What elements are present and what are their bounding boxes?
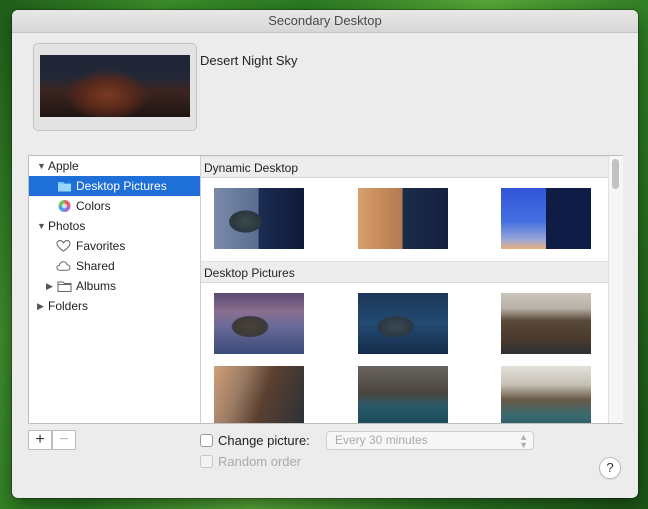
sidebar-item-desktop-pictures[interactable]: Desktop Pictures xyxy=(29,176,200,196)
disclosure-open-icon[interactable]: ▼ xyxy=(37,216,46,236)
change-picture-label: Change picture: xyxy=(218,433,310,448)
change-interval-popup[interactable]: Every 30 minutes ▲ ▼ xyxy=(326,431,534,450)
current-wallpaper-name: Desert Night Sky xyxy=(200,53,298,68)
sidebar-item-albums[interactable]: ▶ Albums xyxy=(29,276,200,296)
section-header-desktop-pictures: Desktop Pictures xyxy=(201,261,608,283)
random-order-checkbox[interactable] xyxy=(200,455,213,468)
source-sidebar: ▼ Apple Desktop Pictures Colors ▼ Photos… xyxy=(29,156,201,423)
scrollbar-thumb[interactable] xyxy=(612,159,619,189)
sidebar-item-folders[interactable]: ▶ Folders xyxy=(29,296,200,316)
sidebar-item-shared[interactable]: Shared xyxy=(29,256,200,276)
sidebar-item-label: Favorites xyxy=(76,239,126,253)
grid-scrollbar[interactable] xyxy=(608,156,623,423)
disclosure-open-icon[interactable]: ▼ xyxy=(37,156,46,176)
remove-folder-button[interactable]: − xyxy=(52,430,76,450)
cloud-icon xyxy=(56,261,71,271)
wallpaper-thumbnail[interactable] xyxy=(358,366,448,423)
section-header-dynamic-desktop: Dynamic Desktop xyxy=(201,156,608,178)
sidebar-item-label: Albums xyxy=(76,279,117,293)
wallpaper-thumbnail[interactable] xyxy=(358,293,448,354)
sidebar-item-label: Apple xyxy=(48,159,79,173)
wallpaper-thumbnail[interactable] xyxy=(214,188,304,249)
sidebar-item-favorites[interactable]: Favorites xyxy=(29,236,200,256)
add-folder-button[interactable]: + xyxy=(28,430,52,450)
sidebar-item-apple[interactable]: ▼ Apple xyxy=(29,156,200,176)
wallpaper-browser: ▼ Apple Desktop Pictures Colors ▼ Photos… xyxy=(28,155,623,424)
preferences-window: Secondary Desktop Desert Night Sky ▼ App… xyxy=(12,10,638,498)
wallpaper-thumbnail[interactable] xyxy=(214,293,304,354)
disclosure-closed-icon[interactable]: ▶ xyxy=(46,276,53,296)
disclosure-closed-icon[interactable]: ▶ xyxy=(37,296,44,316)
folder-icon xyxy=(57,281,72,292)
wallpaper-thumbnail[interactable] xyxy=(214,366,304,423)
sidebar-item-label: Shared xyxy=(76,259,115,273)
sidebar-item-photos[interactable]: ▼ Photos xyxy=(29,216,200,236)
window-title: Secondary Desktop xyxy=(12,10,638,33)
wallpaper-thumbnail[interactable] xyxy=(501,366,591,423)
random-order-label: Random order xyxy=(218,454,302,469)
sidebar-item-colors[interactable]: Colors xyxy=(29,196,200,216)
sidebar-item-label: Desktop Pictures xyxy=(76,179,167,193)
sidebar-item-label: Photos xyxy=(48,219,86,233)
interval-value: Every 30 minutes xyxy=(335,433,428,447)
heart-icon xyxy=(56,240,71,252)
wallpaper-thumbnail[interactable] xyxy=(358,188,448,249)
change-picture-checkbox[interactable] xyxy=(200,434,213,447)
sidebar-item-label: Colors xyxy=(76,199,111,213)
folder-icon xyxy=(58,182,71,192)
current-wallpaper-preview xyxy=(33,43,197,131)
wallpaper-grid: Dynamic Desktop Desktop Pictures xyxy=(201,156,608,423)
color-wheel-icon xyxy=(58,200,71,212)
wallpaper-thumbnail[interactable] xyxy=(501,188,591,249)
wallpaper-thumbnail[interactable] xyxy=(501,293,591,354)
popup-chevrons-icon: ▲ ▼ xyxy=(519,432,528,450)
current-wallpaper-image xyxy=(40,55,190,117)
help-button[interactable]: ? xyxy=(599,457,621,479)
sidebar-item-label: Folders xyxy=(48,299,89,313)
